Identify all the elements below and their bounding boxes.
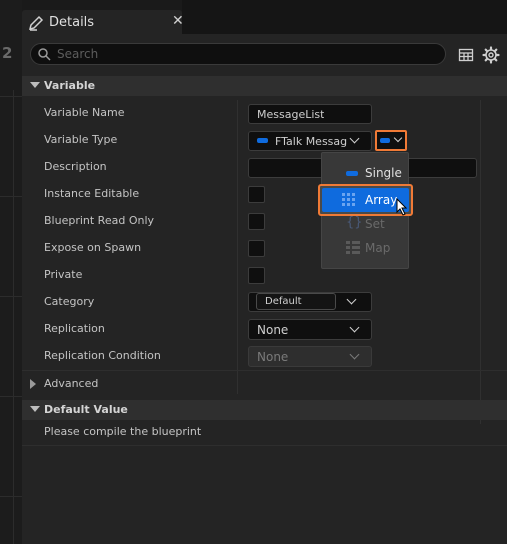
tab-details[interactable]: Details ✕ — [22, 10, 184, 35]
pencil-icon — [28, 15, 44, 31]
replication-condition-value: None — [257, 350, 289, 364]
table-view-icon[interactable] — [458, 47, 474, 63]
background-editor: 2 — [0, 0, 22, 544]
graph-line — [0, 296, 22, 297]
menu-item-label: Map — [365, 241, 391, 255]
default-value-message: Please compile the blueprint — [44, 425, 202, 438]
graph-line — [0, 396, 22, 397]
search-box[interactable] — [30, 43, 446, 65]
menu-item-label: Single — [365, 166, 402, 180]
advanced-expander[interactable]: Advanced — [22, 372, 507, 394]
section-header-default-value[interactable]: Default Value — [22, 400, 507, 420]
property-label: Variable Type — [44, 133, 118, 146]
expand-arrow-icon — [30, 379, 36, 389]
single-icon — [346, 171, 358, 176]
tab-bar-background — [182, 0, 507, 36]
chevron-down-icon — [349, 349, 360, 360]
chevron-down-icon — [349, 133, 360, 144]
graph-line — [13, 90, 14, 544]
expand-arrow-icon — [30, 82, 40, 88]
section-header-variable[interactable]: Variable — [22, 76, 507, 96]
expose-on-spawn-checkbox[interactable] — [248, 240, 265, 257]
property-label: Replication — [44, 322, 105, 335]
expand-arrow-icon — [30, 406, 40, 412]
variable-name-field[interactable]: MessageList — [248, 104, 372, 124]
private-checkbox[interactable] — [248, 267, 265, 284]
search-input[interactable] — [57, 45, 437, 63]
chevron-down-icon — [346, 294, 357, 305]
set-icon: {} — [346, 215, 363, 230]
variable-type-dropdown[interactable]: FTalk Message — [248, 131, 372, 151]
category-input[interactable]: Default — [256, 293, 336, 310]
mouse-cursor-icon — [396, 198, 408, 216]
graph-line — [0, 196, 22, 197]
instance-editable-checkbox[interactable] — [248, 186, 265, 203]
menu-item-single[interactable]: Single — [322, 161, 410, 185]
advanced-label: Advanced — [44, 377, 99, 390]
array-icon — [342, 193, 355, 206]
property-label: Variable Name — [44, 106, 125, 119]
row-divider — [22, 445, 507, 446]
property-label: Instance Editable — [44, 187, 140, 200]
menu-item-map[interactable]: Map — [322, 236, 410, 260]
property-label: Category — [44, 295, 95, 308]
section-label: Variable — [44, 79, 96, 92]
single-icon — [380, 138, 390, 143]
replication-value: None — [257, 323, 289, 337]
container-type-button[interactable] — [375, 130, 407, 151]
property-label: Expose on Spawn — [44, 241, 142, 254]
property-label: Blueprint Read Only — [44, 214, 155, 227]
close-icon[interactable]: ✕ — [172, 13, 184, 29]
category-combo[interactable]: Default — [248, 292, 372, 312]
graph-line — [0, 96, 22, 97]
graph-line — [0, 496, 22, 497]
replication-condition-dropdown[interactable]: None — [248, 346, 372, 367]
chevron-down-icon — [349, 322, 360, 333]
menu-item-label: Set — [365, 217, 385, 231]
property-label: Description — [44, 160, 107, 173]
property-label: Replication Condition — [44, 349, 161, 362]
category-value: Default — [265, 296, 302, 307]
replication-dropdown[interactable]: None — [248, 319, 372, 340]
row-divider — [22, 370, 507, 371]
blueprint-read-only-checkbox[interactable] — [248, 213, 265, 230]
property-label: Private — [44, 268, 83, 281]
struct-type-icon — [257, 138, 268, 143]
menu-item-label: Array — [365, 193, 398, 207]
tab-title: Details — [49, 15, 95, 30]
variable-name-value: MessageList — [257, 108, 325, 121]
search-icon — [38, 48, 51, 61]
section-label: Default Value — [44, 403, 128, 416]
variable-type-value: FTalk Message — [275, 135, 347, 148]
map-icon — [346, 241, 360, 254]
window-number-label: 2 — [2, 44, 13, 62]
chevron-down-icon — [393, 133, 403, 143]
gear-icon[interactable] — [482, 46, 500, 64]
